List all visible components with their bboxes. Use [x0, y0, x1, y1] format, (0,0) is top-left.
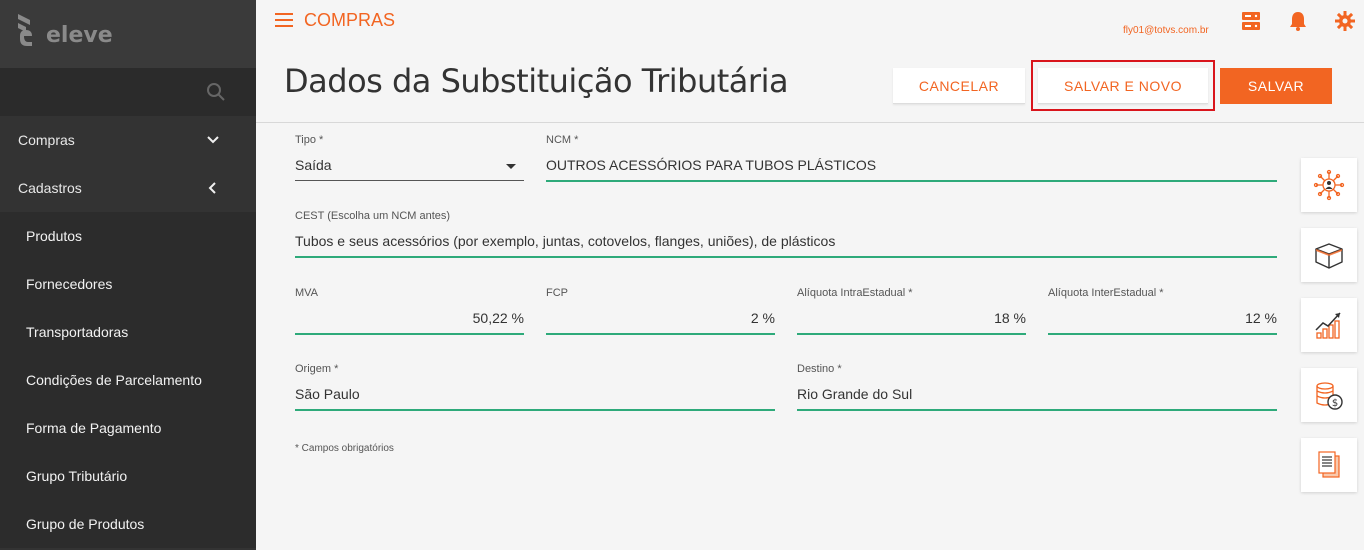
fcp-label: FCP: [546, 287, 568, 299]
sidebar-item-label: Forma de Pagamento: [26, 420, 162, 436]
growth-chart-button[interactable]: [1301, 298, 1357, 352]
cest-field[interactable]: CEST (Escolha um NCM antes) Tubos e seus…: [295, 210, 1277, 258]
cest-label: CEST (Escolha um NCM antes): [295, 210, 451, 222]
sidebar-item-label: Transportadoras: [26, 324, 129, 340]
sidebar-section-cadastros[interactable]: Cadastros: [0, 164, 256, 212]
chevron-left-icon: [208, 182, 216, 194]
bell-icon[interactable]: [1287, 10, 1309, 32]
origem-value: São Paulo: [295, 386, 360, 402]
module-title: COMPRAS: [304, 10, 396, 30]
sidebar-item-label: Produtos: [26, 228, 83, 244]
documents-button[interactable]: [1301, 438, 1357, 492]
mva-label: MVA: [295, 287, 319, 299]
aliquota-inter-field[interactable]: Alíquota InterEstadual * 12 %: [1048, 287, 1277, 335]
logo-text: eleve: [46, 23, 113, 48]
sidebar-section-label: Cadastros: [18, 180, 82, 196]
sidebar-item-label: Grupo de Produtos: [26, 516, 145, 532]
tipo-select[interactable]: Tipo * Saída: [295, 134, 524, 181]
hamburger-icon[interactable]: [275, 13, 293, 27]
box-icon: [1315, 243, 1343, 269]
coins-button[interactable]: $: [1301, 368, 1357, 422]
destino-field[interactable]: Destino * Rio Grande do Sul: [797, 363, 1277, 411]
sidebar-item-grupo-tributario[interactable]: Grupo Tributário: [0, 452, 256, 500]
ncm-label: NCM *: [546, 134, 579, 146]
network-people-button[interactable]: [1301, 158, 1357, 212]
logo[interactable]: eleve: [16, 12, 113, 48]
mva-value: 50,22 %: [472, 310, 524, 326]
logo-mark-icon: [18, 14, 32, 46]
ncm-value: OUTROS ACESSÓRIOS PARA TUBOS PLÁSTICOS: [546, 157, 877, 173]
sidebar-item-condicoes-parcelamento[interactable]: Condições de Parcelamento: [0, 356, 256, 404]
user-email[interactable]: fly01@totvs.com.br: [1123, 25, 1209, 36]
server-icon[interactable]: [1240, 10, 1262, 32]
sidebar-search[interactable]: [0, 68, 256, 116]
header-divider: [256, 122, 1364, 123]
fcp-value: 2 %: [750, 310, 775, 326]
sidebar-item-transportadoras[interactable]: Transportadoras: [0, 308, 256, 356]
aliquota-intra-value: 18 %: [994, 310, 1026, 326]
sidebar-section-compras[interactable]: Compras: [0, 116, 256, 164]
search-icon[interactable]: [206, 82, 226, 102]
page-title: Dados da Substituição Tributária: [284, 62, 789, 100]
sidebar-item-label: Grupo Tributário: [26, 468, 128, 484]
save-and-new-button[interactable]: SALVAR E NOVO: [1038, 68, 1208, 104]
dropdown-arrow-icon: [506, 164, 516, 169]
documents-icon: [1318, 451, 1340, 478]
sidebar-item-forma-pagamento[interactable]: Forma de Pagamento: [0, 404, 256, 452]
destino-label: Destino *: [797, 363, 842, 375]
sidebar-item-label: Fornecedores: [26, 276, 113, 292]
network-people-icon: [1313, 169, 1345, 201]
tipo-value: Saída: [295, 157, 332, 173]
save-button[interactable]: SALVAR: [1220, 68, 1332, 104]
growth-chart-icon: [1315, 312, 1341, 339]
aliquota-inter-label: Alíquota InterEstadual *: [1048, 287, 1164, 299]
required-note: * Campos obrigatórios: [295, 443, 394, 454]
cest-value: Tubos e seus acessórios (por exemplo, ju…: [295, 233, 836, 249]
tipo-label: Tipo *: [295, 134, 324, 146]
gear-icon[interactable]: [1334, 10, 1356, 32]
topbar: COMPRAS fly01@totvs.com.br: [256, 0, 1364, 44]
sidebar-item-label: Condições de Parcelamento: [26, 372, 202, 388]
aliquota-inter-value: 12 %: [1245, 310, 1277, 326]
origem-label: Origem *: [295, 363, 339, 375]
aliquota-intra-label: Alíquota IntraEstadual *: [797, 287, 913, 299]
chevron-down-icon: [207, 136, 219, 144]
sidebar-item-grupo-produtos[interactable]: Grupo de Produtos: [0, 500, 256, 548]
logo-area: eleve: [0, 0, 256, 68]
origem-field[interactable]: Origem * São Paulo: [295, 363, 775, 411]
sidebar-section-label: Compras: [18, 132, 75, 148]
box-button[interactable]: [1301, 228, 1357, 282]
aliquota-intra-field[interactable]: Alíquota IntraEstadual * 18 %: [797, 287, 1026, 335]
sidebar: eleve Compras Cadastros Produtos Fornece…: [0, 0, 256, 550]
sidebar-item-produtos[interactable]: Produtos: [0, 212, 256, 260]
mva-field[interactable]: MVA 50,22 %: [295, 287, 524, 335]
destino-value: Rio Grande do Sul: [797, 386, 913, 402]
fcp-field[interactable]: FCP 2 %: [546, 287, 775, 335]
sidebar-item-fornecedores[interactable]: Fornecedores: [0, 260, 256, 308]
cancel-button[interactable]: CANCELAR: [893, 68, 1025, 104]
svg-text:$: $: [1332, 398, 1338, 409]
ncm-field[interactable]: NCM * OUTROS ACESSÓRIOS PARA TUBOS PLÁST…: [546, 134, 1277, 182]
coins-icon: $: [1316, 382, 1343, 410]
